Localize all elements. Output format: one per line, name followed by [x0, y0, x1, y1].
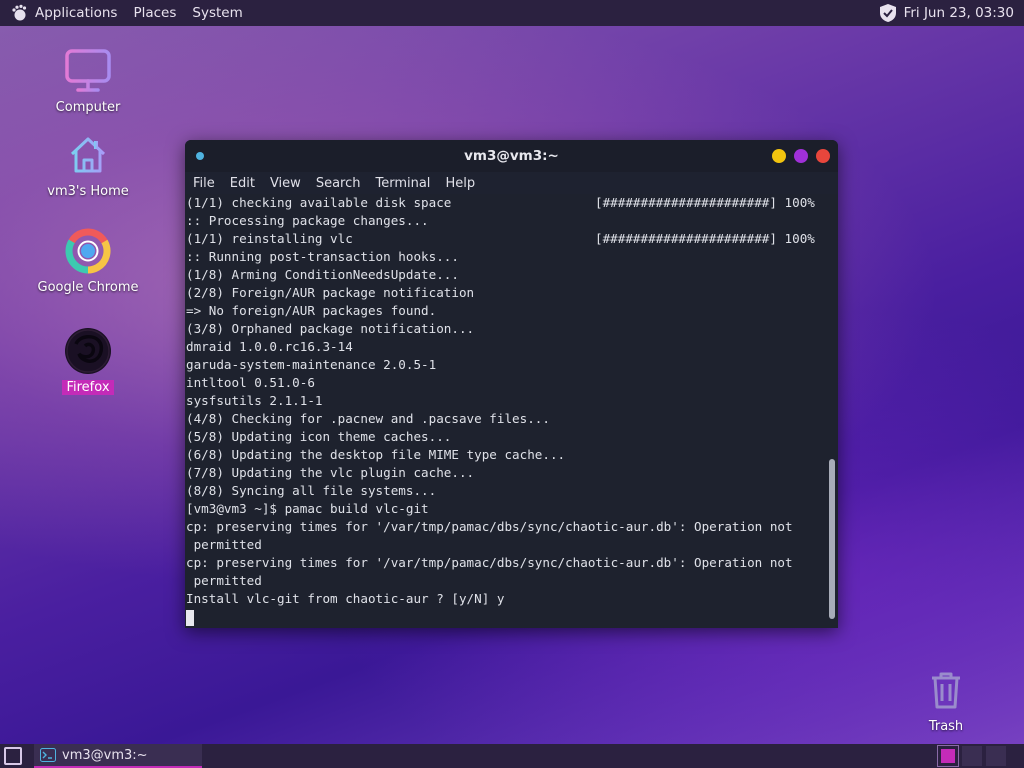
menu-file[interactable]: File [193, 176, 215, 191]
taskbar-item-label: vm3@vm3:~ [62, 747, 148, 763]
text-cursor [186, 609, 194, 626]
computer-icon [63, 46, 113, 96]
menu-system[interactable]: System [192, 5, 242, 21]
terminal-line: dmraid 1.0.0.rc16.3-14 [186, 339, 353, 354]
close-button[interactable] [816, 149, 830, 163]
workspace-3[interactable] [986, 746, 1006, 766]
minimize-button[interactable] [772, 149, 786, 163]
terminal-line: (1/1) checking available disk space [####… [186, 195, 815, 210]
terminal-line: (6/8) Updating the desktop file MIME typ… [186, 447, 566, 462]
progress-text: [######################] 100% [595, 195, 815, 210]
trash-icon [921, 665, 971, 715]
desktop-icon-label: Google Chrome [37, 280, 139, 295]
terminal-icon [40, 748, 56, 762]
desktop-icon-trash[interactable]: Trash [891, 665, 1001, 734]
terminal-line: (4/8) Checking for .pacnew and .pacsave … [186, 411, 550, 426]
show-desktop-icon[interactable] [4, 747, 22, 765]
menu-view[interactable]: View [270, 176, 301, 191]
terminal-titlebar[interactable]: vm3@vm3:~ [185, 140, 838, 172]
terminal-line: (7/8) Updating the vlc plugin cache... [186, 465, 475, 480]
gnome-foot-icon[interactable] [9, 3, 29, 23]
window-controls [772, 149, 830, 163]
workspace-1[interactable] [937, 745, 959, 767]
desktop-icon-firefox[interactable]: Firefox [33, 326, 143, 395]
workspace-2[interactable] [962, 746, 982, 766]
terminal-output[interactable]: (1/1) checking available disk space [####… [185, 194, 838, 628]
terminal-line: cp: preserving times for '/var/tmp/pamac… [186, 519, 793, 534]
terminal-prompt-line[interactable] [186, 608, 838, 626]
bottom-taskbar: vm3@vm3:~ [0, 744, 1024, 768]
terminal-line: intltool 0.51.0-6 [186, 375, 315, 390]
window-title: vm3@vm3:~ [464, 148, 559, 164]
shield-icon[interactable] [878, 3, 898, 23]
terminal-line: (5/8) Updating icon theme caches... [186, 429, 452, 444]
clock[interactable]: Fri Jun 23, 03:30 [904, 5, 1014, 21]
menu-edit[interactable]: Edit [230, 176, 255, 191]
menu-applications[interactable]: Applications [35, 5, 117, 21]
terminal-line: permitted [186, 537, 262, 552]
terminal-line: (1/1) reinstalling vlc [#################… [186, 231, 815, 246]
terminal-line: [vm3@vm3 ~]$ pamac build vlc-git [186, 501, 429, 516]
terminal-window[interactable]: vm3@vm3:~ File Edit View Search Terminal… [185, 140, 838, 628]
menu-search[interactable]: Search [316, 176, 361, 191]
firefox-icon [63, 326, 113, 376]
home-folder-icon [63, 130, 113, 180]
chrome-icon [63, 226, 113, 276]
panel-tray: Fri Jun 23, 03:30 [878, 3, 1014, 23]
terminal-line: (1/8) Arming ConditionNeedsUpdate... [186, 267, 459, 282]
desktop-icon-label: vm3's Home [47, 184, 129, 199]
terminal-line: sysfsutils 2.1.1-1 [186, 393, 323, 408]
desktop-icon-computer[interactable]: Computer [33, 46, 143, 115]
terminal-scrollbar[interactable] [829, 459, 835, 619]
terminal-line: (3/8) Orphaned package notification... [186, 321, 475, 336]
desktop-icon-home[interactable]: vm3's Home [33, 130, 143, 199]
terminal-line: garuda-system-maintenance 2.0.5-1 [186, 357, 437, 372]
terminal-line: permitted [186, 573, 262, 588]
terminal-line: (2/8) Foreign/AUR package notification [186, 285, 475, 300]
menu-places[interactable]: Places [133, 5, 176, 21]
progress-text: [######################] 100% [595, 231, 815, 246]
desktop-icon-label: Trash [928, 719, 964, 734]
menu-terminal[interactable]: Terminal [375, 176, 430, 191]
desktop-icon-label: Computer [55, 100, 121, 115]
top-panel: Applications Places System Fri Jun 23, 0… [0, 0, 1024, 26]
desktop-icon-chrome[interactable]: Google Chrome [33, 226, 143, 295]
terminal-line: :: Running post-transaction hooks... [186, 249, 459, 264]
terminal-line: (8/8) Syncing all file systems... [186, 483, 437, 498]
terminal-line: cp: preserving times for '/var/tmp/pamac… [186, 555, 793, 570]
terminal-line: => No foreign/AUR packages found. [186, 303, 437, 318]
desktop-icon-label: Firefox [62, 380, 114, 395]
menu-help[interactable]: Help [445, 176, 475, 191]
window-menu-icon[interactable] [196, 152, 204, 160]
terminal-menubar: File Edit View Search Terminal Help [185, 172, 838, 194]
taskbar-item-terminal[interactable]: vm3@vm3:~ [34, 744, 202, 768]
maximize-button[interactable] [794, 149, 808, 163]
terminal-line: Install vlc-git from chaotic-aur ? [y/N]… [186, 591, 505, 606]
terminal-line: :: Processing package changes... [186, 213, 429, 228]
